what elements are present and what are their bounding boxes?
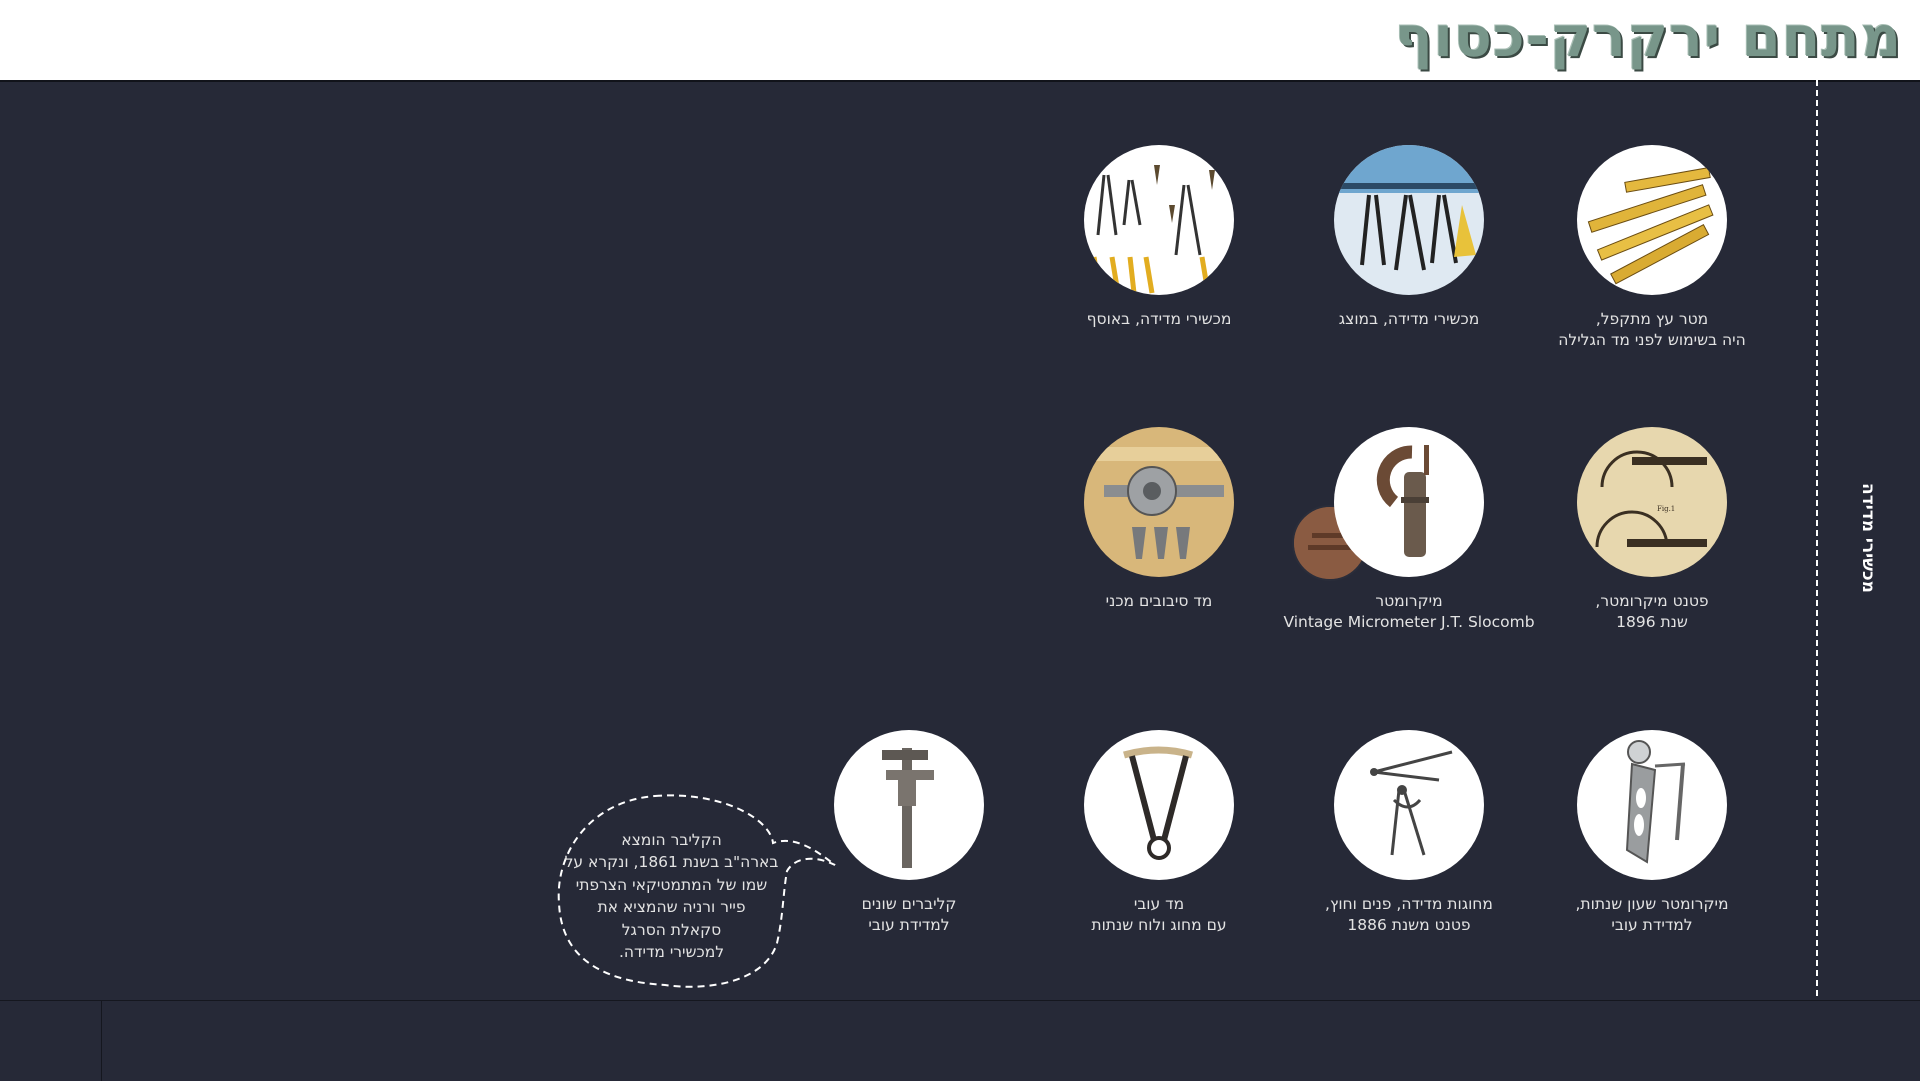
- footer-cell: [0, 1001, 102, 1081]
- page-title: מתחם ירקרק-כסוף: [1394, 5, 1902, 70]
- calipers-icon: [1334, 730, 1484, 880]
- header: מתחם ירקרק-כסוף: [0, 0, 1920, 80]
- footer-bar: [0, 1000, 1920, 1081]
- thickness-gauge-icon: [1084, 730, 1234, 880]
- folding-ruler-icon: [1577, 145, 1727, 295]
- micrometer-patent-icon: Fig.1: [1577, 427, 1727, 577]
- info-bubble: הקליבר הומצא בארה"ב בשנת 1861, ונקרא על …: [555, 793, 836, 988]
- item-thread-gauge[interactable]: מד סיבובים מכני: [1009, 427, 1309, 612]
- thread-gauge-icon: [1084, 427, 1234, 577]
- collection-tools-icon: [1084, 145, 1234, 295]
- item-collection-tools[interactable]: מכשירי מדידה, באוסף: [1009, 145, 1309, 330]
- micrometer-icon: [1334, 427, 1484, 577]
- item-caption: מכשירי מדידה, באוסף: [1086, 310, 1232, 328]
- vernier-caliper-icon: [834, 730, 984, 880]
- side-label: מכשירי מדידה: [1858, 483, 1878, 593]
- display-tools-icon: [1334, 145, 1484, 295]
- item-caption: מד סיבובים מכני: [1105, 592, 1213, 610]
- bubble-text: הקליבר הומצא בארה"ב בשנת 1861, ונקרא על …: [564, 831, 779, 962]
- dashed-divider: [1816, 80, 1818, 996]
- svg-text:Fig.1: Fig.1: [1657, 505, 1675, 513]
- dial-micrometer-icon: [1577, 730, 1727, 880]
